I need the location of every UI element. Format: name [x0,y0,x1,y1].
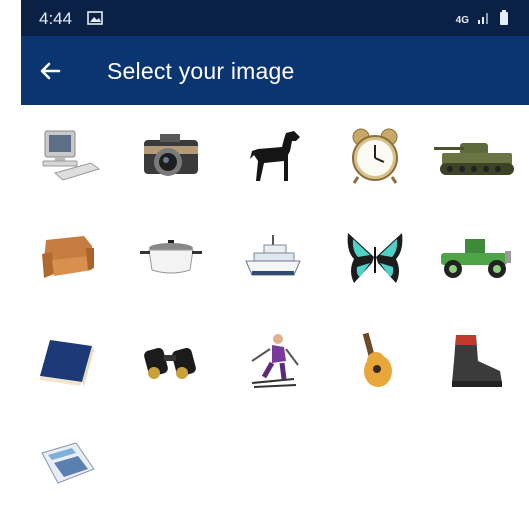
image-option-guitar[interactable] [332,319,418,405]
image-option-tank[interactable] [432,113,518,199]
back-arrow-icon[interactable] [37,57,65,85]
sofa-icon [42,236,94,278]
cooking-pot-icon [140,240,202,274]
status-bar: 4:44 4G [21,0,529,36]
image-grid [0,105,529,484]
calculator-icon [41,442,95,484]
image-option-boat[interactable] [230,215,316,301]
image-option-binoculars[interactable] [128,319,214,405]
image-option-boot[interactable] [432,319,518,405]
image-option-dog[interactable] [230,113,316,199]
image-option-cooking-pot[interactable] [128,215,214,301]
image-option-alarm-clock[interactable] [332,113,418,199]
image-option-camera[interactable] [128,113,214,199]
battery-icon [499,10,509,31]
guitar-icon [362,332,392,387]
app-bar: Select your image [21,36,529,105]
network-4g-icon: 4G [455,15,469,26]
boat-icon [245,235,301,276]
image-option-butterfly[interactable] [332,215,418,301]
image-notification-icon [87,11,103,30]
camera-icon [144,134,198,176]
image-option-vintage-car[interactable] [432,215,518,301]
status-time: 4:44 [39,9,73,28]
image-option-sofa[interactable] [24,215,110,301]
image-option-skier[interactable] [230,319,316,405]
alarm-clock-icon [352,128,398,184]
binoculars-icon [144,347,196,379]
image-option-book[interactable] [24,319,110,405]
dog-icon [250,131,300,181]
skier-icon [251,334,299,388]
page-title: Select your image [107,58,295,84]
butterfly-icon [347,233,403,283]
computer-icon [42,130,101,181]
image-option-calculator[interactable] [24,421,110,507]
image-option-computer[interactable] [24,113,110,199]
vintage-car-icon [441,239,511,278]
tank-icon [434,143,514,175]
boot-icon [452,335,502,387]
book-icon [40,340,94,386]
signal-icon [477,11,491,30]
